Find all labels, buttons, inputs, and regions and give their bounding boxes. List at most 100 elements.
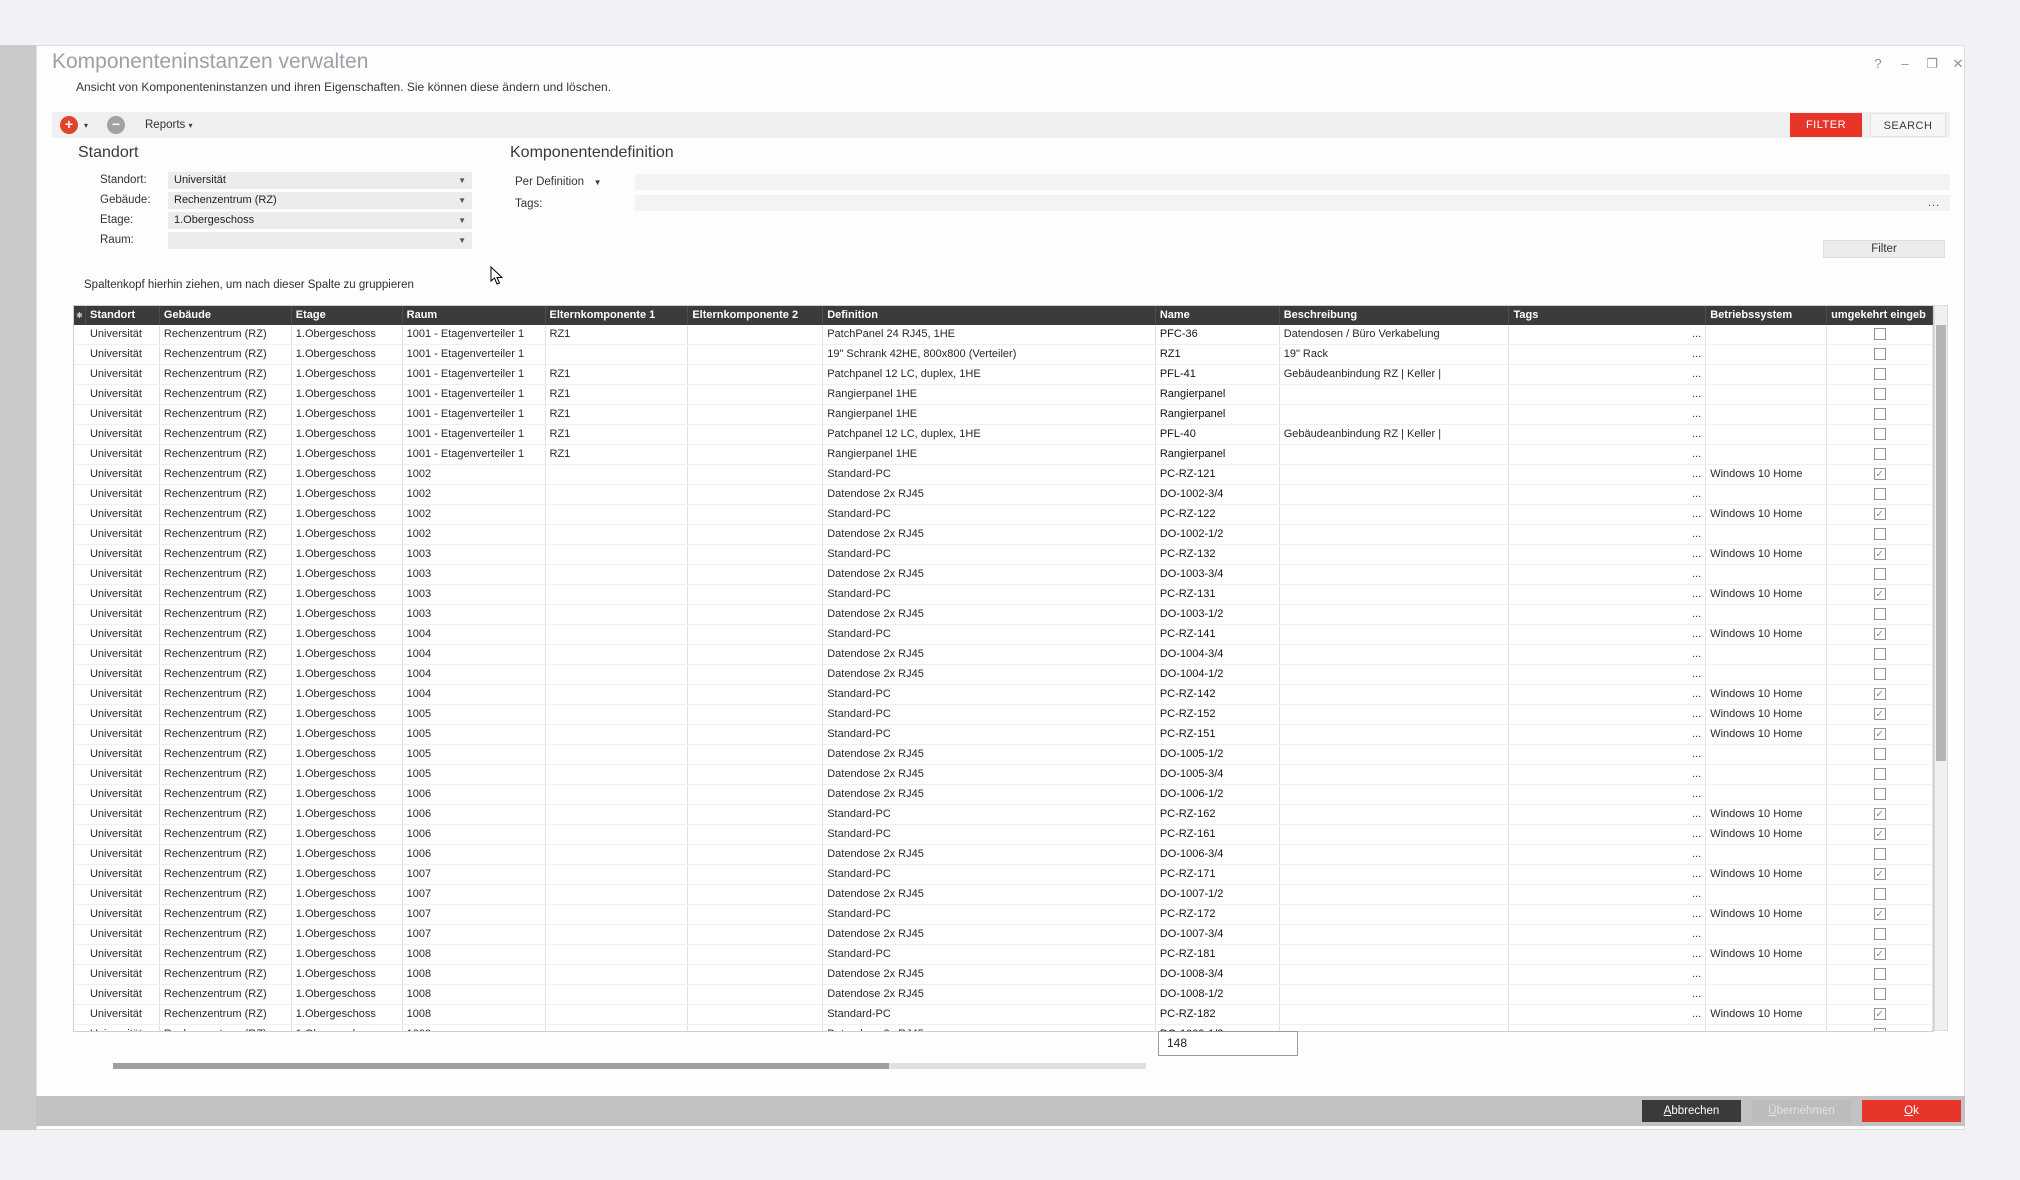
table-row[interactable]: UniversitätRechenzentrum (RZ)1.Obergesch…: [74, 1005, 1933, 1025]
table-row[interactable]: UniversitätRechenzentrum (RZ)1.Obergesch…: [74, 365, 1933, 385]
table-row[interactable]: UniversitätRechenzentrum (RZ)1.Obergesch…: [74, 345, 1933, 365]
tags-ellipsis-button[interactable]: ...: [1509, 565, 1706, 584]
table-row[interactable]: UniversitätRechenzentrum (RZ)1.Obergesch…: [74, 1025, 1933, 1031]
checkbox-unchecked[interactable]: [1874, 888, 1886, 900]
column-header-beschreibung[interactable]: Beschreibung: [1280, 306, 1510, 325]
close-icon[interactable]: ✕: [1947, 54, 1969, 74]
checkbox-unchecked[interactable]: [1874, 668, 1886, 680]
tags-ellipsis-button[interactable]: ...: [1509, 945, 1706, 964]
checkbox-checked[interactable]: ✓: [1874, 948, 1886, 960]
tags-field[interactable]: [635, 195, 1950, 211]
tags-ellipsis-button[interactable]: ...: [1509, 865, 1706, 884]
tags-ellipsis-button[interactable]: ...: [1509, 345, 1706, 364]
checkbox-unchecked[interactable]: [1874, 328, 1886, 340]
tags-ellipsis-button[interactable]: ...: [1509, 805, 1706, 824]
tags-ellipsis-button[interactable]: ...: [1509, 925, 1706, 944]
column-header-standort[interactable]: Standort: [86, 306, 160, 325]
apply-button[interactable]: Übernehmen: [1752, 1100, 1851, 1122]
column-header-ek1[interactable]: Elternkomponente 1: [546, 306, 689, 325]
table-row[interactable]: UniversitätRechenzentrum (RZ)1.Obergesch…: [74, 325, 1933, 345]
vertical-scrollbar-thumb[interactable]: [1936, 325, 1946, 761]
checkbox-checked[interactable]: ✓: [1874, 548, 1886, 560]
gebaeude-select[interactable]: Rechenzentrum (RZ)▼: [168, 192, 472, 209]
checkbox-checked[interactable]: ✓: [1874, 828, 1886, 840]
table-row[interactable]: UniversitätRechenzentrum (RZ)1.Obergesch…: [74, 505, 1933, 525]
checkbox-unchecked[interactable]: [1874, 388, 1886, 400]
tags-ellipsis-button[interactable]: ...: [1509, 825, 1706, 844]
table-row[interactable]: UniversitätRechenzentrum (RZ)1.Obergesch…: [74, 685, 1933, 705]
column-header-raum[interactable]: Raum: [403, 306, 546, 325]
tags-ellipsis-button[interactable]: ...: [1509, 1005, 1706, 1024]
row-count-field[interactable]: 148: [1158, 1031, 1298, 1056]
tags-ellipsis-button[interactable]: ...: [1509, 325, 1706, 344]
tags-ellipsis-button[interactable]: ...: [1509, 525, 1706, 544]
apply-filter-button[interactable]: Filter: [1823, 240, 1945, 258]
checkbox-unchecked[interactable]: [1874, 568, 1886, 580]
standort-select[interactable]: Universität▼: [168, 172, 472, 189]
table-row[interactable]: UniversitätRechenzentrum (RZ)1.Obergesch…: [74, 725, 1933, 745]
tags-ellipsis-button[interactable]: ...: [1509, 485, 1706, 504]
table-row[interactable]: UniversitätRechenzentrum (RZ)1.Obergesch…: [74, 905, 1933, 925]
table-row[interactable]: UniversitätRechenzentrum (RZ)1.Obergesch…: [74, 705, 1933, 725]
table-row[interactable]: UniversitätRechenzentrum (RZ)1.Obergesch…: [74, 825, 1933, 845]
column-header-name[interactable]: Name: [1156, 306, 1280, 325]
checkbox-unchecked[interactable]: [1874, 848, 1886, 860]
raum-select[interactable]: ▼: [168, 232, 472, 249]
checkbox-checked[interactable]: ✓: [1874, 1008, 1886, 1020]
tags-ellipsis-button[interactable]: ...: [1509, 465, 1706, 484]
table-row[interactable]: UniversitätRechenzentrum (RZ)1.Obergesch…: [74, 985, 1933, 1005]
table-row[interactable]: UniversitätRechenzentrum (RZ)1.Obergesch…: [74, 665, 1933, 685]
checkbox-checked[interactable]: ✓: [1874, 588, 1886, 600]
checkbox-unchecked[interactable]: [1874, 968, 1886, 980]
table-row[interactable]: UniversitätRechenzentrum (RZ)1.Obergesch…: [74, 425, 1933, 445]
tags-ellipsis-button[interactable]: ...: [1509, 645, 1706, 664]
horizontal-scrollbar[interactable]: [113, 1063, 1146, 1069]
reports-menu[interactable]: Reports ▾: [145, 119, 193, 131]
checkbox-unchecked[interactable]: [1874, 648, 1886, 660]
table-row[interactable]: UniversitätRechenzentrum (RZ)1.Obergesch…: [74, 805, 1933, 825]
checkbox-unchecked[interactable]: [1874, 348, 1886, 360]
help-icon[interactable]: ?: [1867, 54, 1889, 74]
checkbox-checked[interactable]: ✓: [1874, 468, 1886, 480]
table-row[interactable]: UniversitätRechenzentrum (RZ)1.Obergesch…: [74, 745, 1933, 765]
checkbox-checked[interactable]: ✓: [1874, 868, 1886, 880]
checkbox-checked[interactable]: ✓: [1874, 688, 1886, 700]
checkbox-unchecked[interactable]: [1874, 448, 1886, 460]
tags-ellipsis-button[interactable]: ...: [1509, 965, 1706, 984]
etage-select[interactable]: 1.Obergeschoss▼: [168, 212, 472, 229]
checkbox-unchecked[interactable]: [1874, 528, 1886, 540]
vertical-scrollbar[interactable]: [1934, 305, 1948, 1031]
checkbox-checked[interactable]: ✓: [1874, 628, 1886, 640]
tags-ellipsis-button[interactable]: ...: [1509, 745, 1706, 764]
column-header-definition[interactable]: Definition: [823, 306, 1156, 325]
table-row-partial[interactable]: UniversitätRechenzentrum (RZ)1.Obergesch…: [74, 1025, 1933, 1031]
table-row[interactable]: UniversitätRechenzentrum (RZ)1.Obergesch…: [74, 405, 1933, 425]
table-row[interactable]: UniversitätRechenzentrum (RZ)1.Obergesch…: [74, 945, 1933, 965]
checkbox-unchecked[interactable]: [1874, 488, 1886, 500]
tags-ellipsis-button[interactable]: ...: [1509, 625, 1706, 644]
tags-ellipsis-button[interactable]: ...: [1509, 785, 1706, 804]
checkbox-checked[interactable]: ✓: [1874, 908, 1886, 920]
tags-ellipsis-button[interactable]: ...: [1509, 985, 1706, 1004]
table-row[interactable]: UniversitätRechenzentrum (RZ)1.Obergesch…: [74, 485, 1933, 505]
checkbox-unchecked[interactable]: [1874, 608, 1886, 620]
per-definition-field[interactable]: [635, 174, 1950, 190]
tags-ellipsis-button[interactable]: ...: [1509, 1025, 1706, 1031]
column-header-etage[interactable]: Etage: [292, 306, 403, 325]
add-dropdown-chevron-icon[interactable]: ▾: [84, 121, 88, 130]
table-row[interactable]: UniversitätRechenzentrum (RZ)1.Obergesch…: [74, 645, 1933, 665]
table-row[interactable]: UniversitätRechenzentrum (RZ)1.Obergesch…: [74, 965, 1933, 985]
checkbox-unchecked[interactable]: [1874, 368, 1886, 380]
tags-ellipsis-button[interactable]: ...: [1509, 765, 1706, 784]
table-row[interactable]: UniversitätRechenzentrum (RZ)1.Obergesch…: [74, 545, 1933, 565]
column-header-os[interactable]: Betriebssystem: [1706, 306, 1827, 325]
horizontal-scrollbar-thumb[interactable]: [113, 1063, 889, 1069]
checkbox-checked[interactable]: ✓: [1874, 708, 1886, 720]
table-row[interactable]: UniversitätRechenzentrum (RZ)1.Obergesch…: [74, 865, 1933, 885]
tags-ellipsis-button[interactable]: ...: [1509, 445, 1706, 464]
checkbox-unchecked[interactable]: [1874, 988, 1886, 1000]
column-header-ek2[interactable]: Elternkomponente 2: [688, 306, 823, 325]
per-definition-dropdown[interactable]: Per Definition ▼: [515, 176, 602, 188]
table-row[interactable]: UniversitätRechenzentrum (RZ)1.Obergesch…: [74, 565, 1933, 585]
tags-ellipsis-button[interactable]: ...: [1509, 585, 1706, 604]
